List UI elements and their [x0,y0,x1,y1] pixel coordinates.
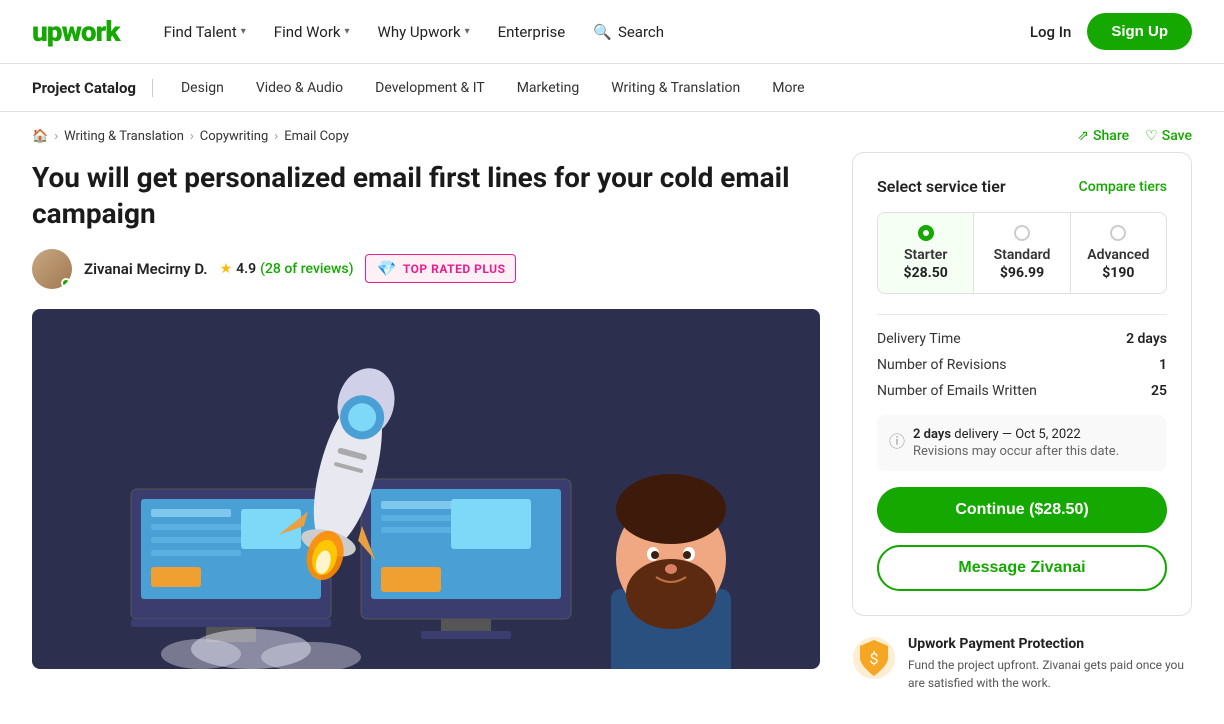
badge-icon: 💎 [376,259,396,278]
page-title: You will get personalized email first li… [32,160,820,233]
nav-why-upwork[interactable]: Why Upwork ▾ [366,15,482,49]
cat-writing-translation[interactable]: Writing & Translation [599,76,752,100]
star-icon: ★ [220,261,233,277]
breadcrumb-copywriting[interactable]: Copywriting [200,129,269,144]
nav-find-work[interactable]: Find Work ▾ [262,15,362,49]
author-name: Zivanai Mecirny D. [84,260,208,278]
delivery-date: Oct 5, 2022 [1015,427,1081,442]
tier-advanced-name: Advanced [1079,247,1158,263]
detail-emails-written: Number of Emails Written 25 [877,383,1167,399]
tier-section-title: Select service tier [877,177,1006,196]
detail-revisions: Number of Revisions 1 [877,357,1167,373]
detail-delivery-time: Delivery Time 2 days [877,331,1167,347]
tier-standard-price: $96.99 [982,265,1061,281]
svg-text:$: $ [870,649,879,668]
delivery-note: Revisions may occur after this date. [913,444,1119,459]
cat-marketing[interactable]: Marketing [505,76,592,100]
delivery-time-value: 2 days [1126,331,1167,347]
cat-more[interactable]: More [760,76,816,100]
tier-advanced-price: $190 [1079,265,1158,281]
login-button[interactable]: Log In [1030,23,1071,41]
breadcrumb-writing[interactable]: Writing & Translation [64,129,184,144]
payment-protection: $ Upwork Payment Protection Fund the pro… [852,636,1192,692]
chevron-down-icon: ▾ [465,26,470,37]
main-content: You will get personalized email first li… [0,152,1224,724]
hero-image [32,309,820,669]
header: upwork Find Talent ▾ Find Work ▾ Why Upw… [0,0,1224,64]
tier-radio-advanced [1110,225,1126,241]
heart-icon: ♡ [1145,128,1158,144]
breadcrumb-email-copy[interactable]: Email Copy [284,129,349,144]
category-nav: Project Catalog Design Video & Audio Dev… [0,64,1224,112]
tier-standard[interactable]: Standard $96.99 [974,213,1070,293]
tier-radio-starter [918,225,934,241]
cat-design[interactable]: Design [169,76,236,100]
tier-starter[interactable]: Starter $28.50 [878,213,974,293]
tier-advanced[interactable]: Advanced $190 [1071,213,1166,293]
search-button[interactable]: 🔍 Search [581,15,676,49]
share-icon: ⇗ [1077,128,1089,144]
compare-tiers-link[interactable]: Compare tiers [1079,179,1167,195]
continue-button[interactable]: Continue ($28.50) [877,487,1167,533]
chevron-down-icon: ▾ [241,26,246,37]
sidebar: Select service tier Compare tiers Starte… [852,152,1192,692]
tier-radio-standard [1014,225,1030,241]
details-section: Delivery Time 2 days Number of Revisions… [877,314,1167,399]
message-button[interactable]: Message Zivanai [877,545,1167,591]
top-rated-badge: 💎 TOP RATED PLUS [365,254,516,283]
project-catalog-title: Project Catalog [32,79,153,97]
review-count[interactable]: (28 of reviews) [260,261,353,277]
payment-protection-title: Upwork Payment Protection [908,636,1192,652]
header-actions: Log In Sign Up [1030,13,1192,50]
revisions-label: Number of Revisions [877,357,1007,373]
chevron-down-icon: ▾ [345,26,350,37]
upwork-logo[interactable]: upwork [32,15,120,48]
tier-options: Starter $28.50 Standard $96.99 Advanced … [877,212,1167,294]
nav-find-talent[interactable]: Find Talent ▾ [152,15,258,49]
info-icon: ⓘ [889,428,905,452]
breadcrumb-home[interactable]: 🏠 [32,129,48,144]
share-button[interactable]: ⇗ Share [1077,128,1129,144]
rating-score: 4.9 [236,261,256,277]
author-row: Zivanai Mecirny D. ★ 4.9 (28 of reviews)… [32,249,820,289]
service-tier-card: Select service tier Compare tiers Starte… [852,152,1192,616]
tier-starter-name: Starter [886,247,965,263]
shield-icon: $ [852,636,896,680]
tier-header: Select service tier Compare tiers [877,177,1167,196]
main-nav: Find Talent ▾ Find Work ▾ Why Upwork ▾ E… [152,15,1030,49]
payment-protection-desc: Fund the project upfront. Zivanai gets p… [908,656,1192,692]
search-icon: 🔍 [593,23,612,41]
save-button[interactable]: ♡ Save [1145,128,1192,144]
cat-dev-it[interactable]: Development & IT [363,76,497,100]
cat-video-audio[interactable]: Video & Audio [244,76,355,100]
nav-enterprise[interactable]: Enterprise [486,15,578,49]
emails-written-label: Number of Emails Written [877,383,1037,399]
avatar [32,249,72,289]
emails-written-value: 25 [1151,383,1167,399]
delivery-days: 2 days [913,427,951,442]
tier-starter-price: $28.50 [886,265,965,281]
revisions-value: 1 [1159,357,1167,373]
tier-standard-name: Standard [982,247,1061,263]
online-indicator [61,278,71,288]
content-area: You will get personalized email first li… [32,152,820,692]
rating: ★ 4.9 (28 of reviews) [220,261,354,277]
delivery-info: ⓘ 2 days delivery — Oct 5, 2022 Revision… [877,415,1167,471]
breadcrumb-actions: ⇗ Share ♡ Save [1077,128,1192,144]
breadcrumb: 🏠 › Writing & Translation › Copywriting … [0,112,1224,152]
signup-button[interactable]: Sign Up [1087,13,1192,50]
delivery-time-label: Delivery Time [877,331,961,347]
